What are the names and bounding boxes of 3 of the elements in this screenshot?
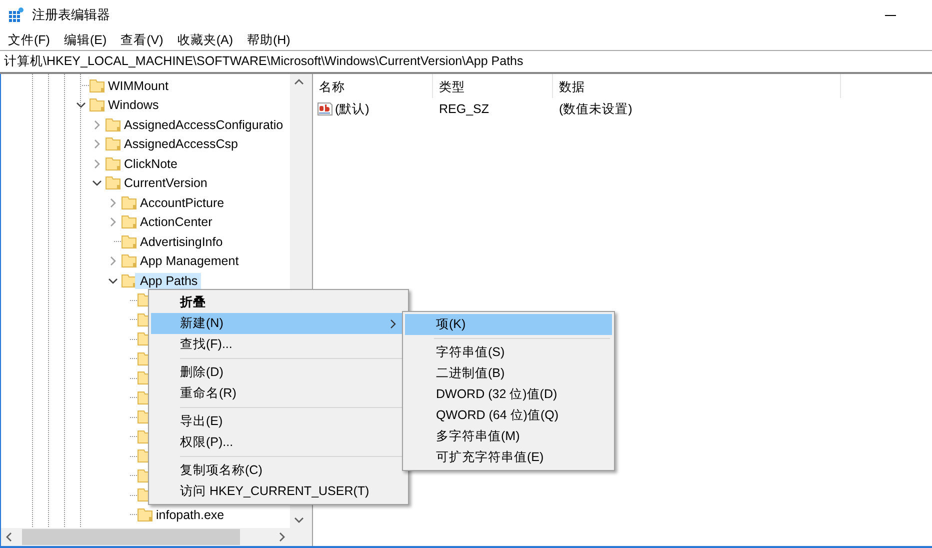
table-cell-text: (数值未设置) bbox=[558, 100, 634, 118]
table-cell-text: REG_SZ bbox=[438, 101, 490, 118]
window-title: 注册表编辑器 bbox=[32, 6, 110, 24]
